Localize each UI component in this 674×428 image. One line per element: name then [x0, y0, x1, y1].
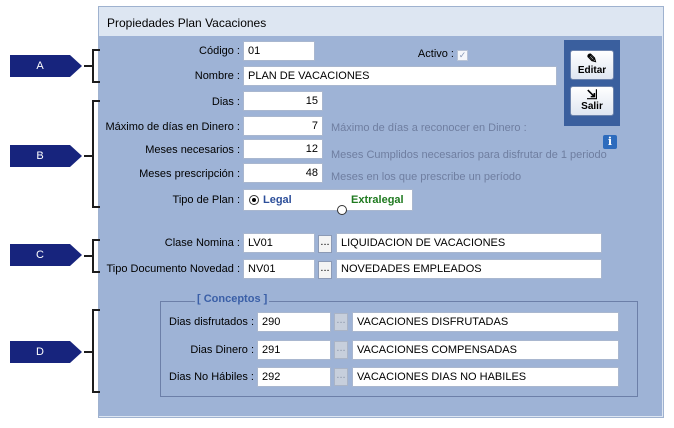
radio-extralegal[interactable]	[337, 205, 347, 215]
window-title: Propiedades Plan Vacaciones	[107, 16, 267, 30]
brace-b	[92, 100, 100, 208]
meses-prescripcion-input[interactable]: 48	[243, 163, 323, 183]
meses-prescripcion-hint: Meses en los que prescribe un período	[331, 171, 522, 183]
clase-nomina-browse-button[interactable]: ...	[318, 235, 332, 253]
concepto-row-browse-button[interactable]: ...	[334, 368, 348, 386]
concepto-row-desc[interactable]: VACACIONES COMPENSADAS	[352, 340, 619, 360]
tag-d-arrow	[70, 341, 82, 363]
meses-prescripcion-label: Meses prescripción :	[139, 168, 240, 180]
nombre-label: Nombre :	[194, 70, 240, 82]
clase-nomina-code[interactable]: LV01	[243, 233, 315, 253]
conceptos-legend: [ Conceptos ]	[195, 293, 270, 305]
brace-c	[92, 239, 100, 273]
concepto-row-desc[interactable]: VACACIONES DIAS NO HABILES	[352, 367, 619, 387]
tipo-plan-label: Tipo de Plan :	[172, 194, 240, 206]
exit-door-icon: ⇲	[586, 87, 598, 102]
nombre-input[interactable]: PLAN DE VACACIONES	[243, 66, 557, 86]
salir-label: Salir	[581, 101, 603, 112]
codigo-input[interactable]: 01	[243, 41, 315, 61]
tag-a: A	[10, 55, 70, 77]
concepto-row-label: Dias No Hábiles :	[169, 371, 254, 383]
concepto-row-browse-button[interactable]: ...	[334, 341, 348, 359]
concepto-row-label: Dias Dinero :	[190, 344, 254, 356]
activo-label: Activo :	[417, 48, 454, 60]
tipo-documento-label: Tipo Documento Novedad :	[106, 263, 241, 275]
editar-label: Editar	[577, 65, 607, 76]
maximo-dinero-input[interactable]: 7	[243, 116, 323, 136]
dias-label: Dias :	[211, 96, 240, 108]
salir-button[interactable]: ⇲ Salir	[570, 86, 614, 116]
concepto-row-code[interactable]: 290	[257, 312, 331, 332]
radio-legal[interactable]	[249, 195, 259, 205]
concepto-row-desc[interactable]: VACACIONES DISFRUTADAS	[352, 312, 619, 332]
concepto-row-code[interactable]: 292	[257, 367, 331, 387]
editar-button[interactable]: ✎ Editar	[570, 50, 614, 80]
tipo-documento-desc[interactable]: NOVEDADES EMPLEADOS	[336, 259, 602, 279]
radio-extralegal-label[interactable]: Extralegal	[351, 194, 404, 206]
concepto-row-label: Dias disfrutados :	[169, 316, 254, 328]
maximo-dinero-hint: Máximo de días a reconocer en Dinero :	[331, 122, 527, 134]
edit-icon: ✎	[586, 51, 598, 66]
brace-a	[92, 49, 100, 83]
brace-d	[92, 309, 100, 393]
tag-d: D	[10, 341, 70, 363]
brace-a-tip	[84, 65, 92, 67]
codigo-label: Código :	[199, 45, 240, 57]
radio-legal-label[interactable]: Legal	[263, 194, 292, 206]
meses-necesarios-hint: Meses Cumplidos necesarios para disfruta…	[331, 149, 607, 161]
maximo-dinero-label: Máximo de días en Dinero :	[105, 121, 240, 133]
tipo-documento-code[interactable]: NV01	[243, 259, 315, 279]
brace-b-tip	[84, 155, 92, 157]
tag-c-arrow	[70, 244, 82, 266]
tag-b: B	[10, 145, 70, 167]
activo-checkbox[interactable]: ✓	[457, 50, 468, 61]
meses-necesarios-input[interactable]: 12	[243, 139, 323, 159]
clase-nomina-desc[interactable]: LIQUIDACION DE VACACIONES	[336, 233, 602, 253]
concepto-row-browse-button[interactable]: ...	[334, 313, 348, 331]
tipo-documento-browse-button[interactable]: ...	[318, 261, 332, 279]
dias-input[interactable]: 15	[243, 91, 323, 111]
meses-necesarios-label: Meses necesarios :	[145, 144, 240, 156]
brace-c-tip	[84, 255, 92, 257]
concepto-row-code[interactable]: 291	[257, 340, 331, 360]
brace-d-tip	[84, 351, 92, 353]
tag-a-arrow	[70, 55, 82, 77]
tag-c: C	[10, 244, 70, 266]
tag-b-arrow	[70, 145, 82, 167]
clase-nomina-label: Clase Nomina :	[164, 237, 240, 249]
info-icon[interactable]: i	[603, 135, 617, 149]
